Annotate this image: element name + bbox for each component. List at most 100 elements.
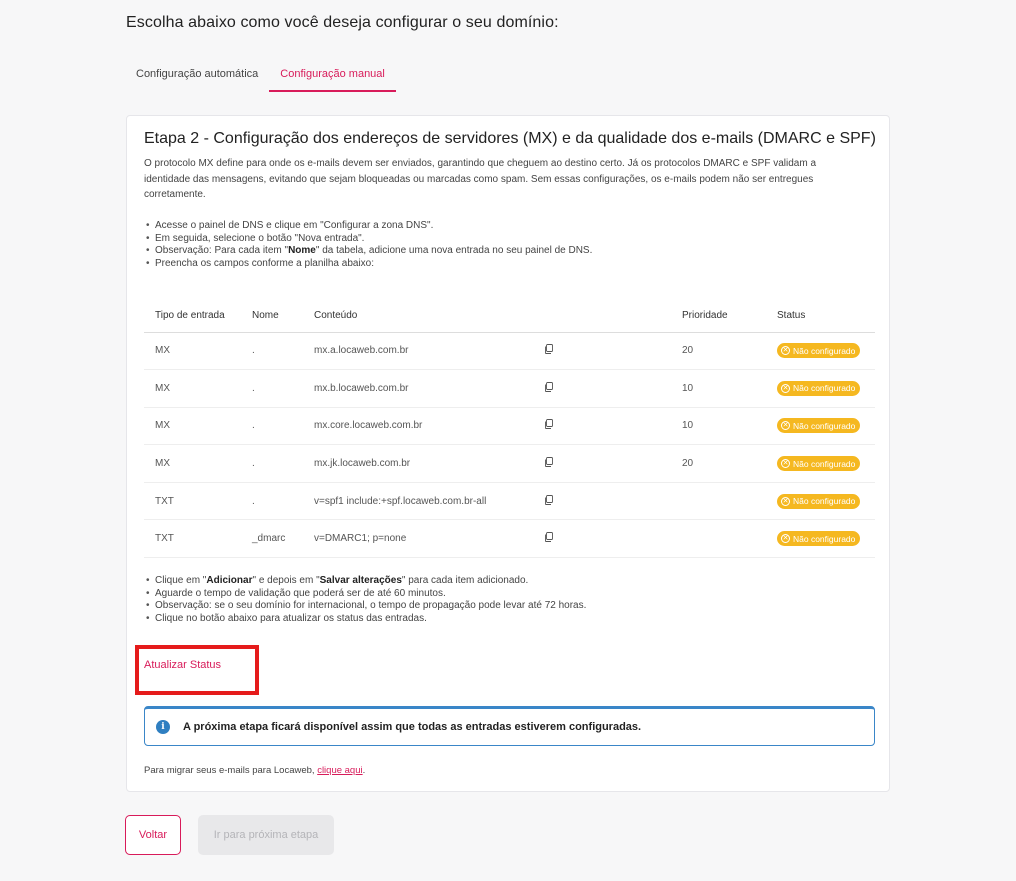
cell-name: . (241, 369, 303, 408)
instruction-bold: Salvar alterações (319, 575, 402, 586)
step-card: Etapa 2 - Configuração dos endereços de … (126, 115, 890, 792)
copy-icon[interactable] (544, 419, 554, 430)
header-name: Nome (241, 300, 303, 333)
table-row: MX . mx.jk.locaweb.com.br 20 ✕ Não config… (144, 444, 875, 483)
tab-manual[interactable]: Configuração manual (269, 60, 396, 92)
migrate-link[interactable]: clique aqui (317, 765, 362, 776)
cell-content: mx.core.locaweb.com.br (303, 407, 533, 446)
cell-status: ✕ Não configurado (766, 519, 875, 559)
status-badge: ✕ Não configurado (777, 493, 861, 509)
info-icon: i (156, 720, 170, 734)
instruction-item: Clique em "Adicionar" e depois em "Salva… (144, 575, 586, 588)
cell-name: . (241, 444, 303, 483)
cell-type: MX (144, 332, 241, 371)
status-badge: ✕ Não configurado (777, 380, 861, 396)
instruction-item: Acesse o painel de DNS e clique em "Conf… (144, 220, 592, 233)
migrate-suffix: . (362, 765, 366, 776)
dns-table: Tipo de entrada Nome Conteúdo Prioridade… (144, 300, 875, 559)
cell-status: ✕ Não configurado (766, 332, 875, 371)
page-heading: Escolha abaixo como você deseja configur… (126, 14, 559, 31)
copy-icon[interactable] (544, 457, 554, 468)
cell-type: TXT (144, 519, 241, 559)
cell-name: . (241, 332, 303, 371)
instruction-item: Em seguida, selecione o botão "Nova entr… (144, 233, 592, 246)
close-circle-icon: ✕ (781, 534, 790, 544)
header-status: Status (766, 300, 875, 333)
status-text: Não configurado (793, 383, 856, 394)
cell-priority (671, 519, 766, 559)
status-text: Não configurado (793, 533, 856, 544)
cell-content: mx.a.locaweb.com.br (303, 332, 533, 371)
config-tabs: Configuração automática Configuração man… (126, 60, 396, 92)
cell-priority: 20 (671, 444, 766, 483)
step-title: Etapa 2 - Configuração dos endereços de … (144, 130, 876, 147)
close-circle-icon: ✕ (781, 383, 790, 393)
instruction-text: Observação: Para cada item " (155, 245, 289, 256)
cell-copy (533, 407, 671, 446)
cell-type: MX (144, 369, 241, 408)
header-priority: Prioridade (671, 300, 766, 333)
cell-name: . (241, 482, 303, 521)
instruction-item: Observação: Para cada item "Nome" da tab… (144, 245, 592, 258)
table-header-row: Tipo de entrada Nome Conteúdo Prioridade… (144, 300, 875, 333)
post-instructions-list: Clique em "Adicionar" e depois em "Salva… (144, 575, 586, 625)
instruction-item: Preencha os campos conforme a planilha a… (144, 258, 592, 271)
close-circle-icon: ✕ (781, 496, 790, 506)
cell-name: . (241, 407, 303, 446)
instruction-item: Aguarde o tempo de validação que poderá … (144, 588, 586, 601)
cell-priority (671, 482, 766, 521)
instruction-text: " para cada item adicionado. (401, 575, 529, 586)
table-row: TXT _dmarc v=DMARC1; p=none ✕ Não configu… (144, 519, 875, 559)
cell-type: MX (144, 444, 241, 483)
header-type: Tipo de entrada (144, 300, 241, 333)
cell-status: ✕ Não configurado (766, 369, 875, 408)
cell-copy (533, 332, 671, 371)
step-description: O protocolo MX define para onde os e-mai… (144, 158, 817, 200)
copy-icon[interactable] (544, 344, 554, 355)
tab-automatic[interactable]: Configuração automática (126, 60, 269, 92)
cell-type: MX (144, 407, 241, 446)
instruction-item: Observação: se o seu domínio for interna… (144, 600, 586, 613)
header-content: Conteúdo (303, 300, 533, 333)
close-circle-icon: ✕ (781, 459, 790, 469)
instruction-item: Clique no botão abaixo para atualizar os… (144, 613, 586, 626)
status-text: Não configurado (793, 420, 856, 431)
cell-priority: 20 (671, 332, 766, 371)
migrate-text: Para migrar seus e-mails para Locaweb, c… (144, 765, 365, 776)
status-badge: ✕ Não configurado (777, 343, 861, 359)
cell-name: _dmarc (241, 519, 303, 559)
copy-icon[interactable] (544, 532, 554, 543)
copy-icon[interactable] (544, 494, 554, 505)
migrate-prefix: Para migrar seus e-mails para Locaweb, (144, 765, 318, 776)
status-badge: ✕ Não configurado (777, 418, 861, 434)
instruction-text: " da tabela, adicione uma nova entrada n… (315, 245, 593, 256)
next-step-button[interactable]: Ir para próxima etapa (198, 815, 334, 855)
cell-copy (533, 369, 671, 408)
instruction-text: Clique em " (155, 575, 207, 586)
cell-content: v=spf1 include:+spf.locaweb.com.br-all (303, 482, 533, 521)
cell-content: mx.b.locaweb.com.br (303, 369, 533, 408)
instruction-text: " e depois em " (252, 575, 320, 586)
cell-content: v=DMARC1; p=none (303, 519, 533, 559)
table-row: TXT . v=spf1 include:+spf.locaweb.com.br… (144, 482, 875, 521)
table-row: MX . mx.b.locaweb.com.br 10 ✕ Não configu… (144, 369, 875, 408)
instruction-bold: Adicionar (206, 575, 253, 586)
cell-copy (533, 444, 671, 483)
status-badge: ✕ Não configurado (777, 456, 861, 472)
table-row: MX . mx.core.locaweb.com.br 10 ✕ Não conf… (144, 407, 875, 446)
header-copy (533, 300, 671, 333)
cell-status: ✕ Não configurado (766, 407, 875, 446)
cell-copy (533, 519, 671, 559)
status-text: Não configurado (793, 458, 856, 469)
cell-priority: 10 (671, 407, 766, 446)
copy-icon[interactable] (544, 381, 554, 392)
info-alert: i A próxima etapa ficará disponível assi… (144, 706, 875, 746)
instruction-bold: Nome (288, 245, 316, 256)
status-badge: ✕ Não configurado (777, 531, 861, 547)
cell-status: ✕ Não configurado (766, 444, 875, 483)
update-status-button[interactable]: Atualizar Status (144, 659, 221, 671)
back-button[interactable]: Voltar (125, 815, 181, 855)
cell-type: TXT (144, 482, 241, 521)
close-circle-icon: ✕ (781, 346, 790, 356)
status-text: Não configurado (793, 345, 856, 356)
